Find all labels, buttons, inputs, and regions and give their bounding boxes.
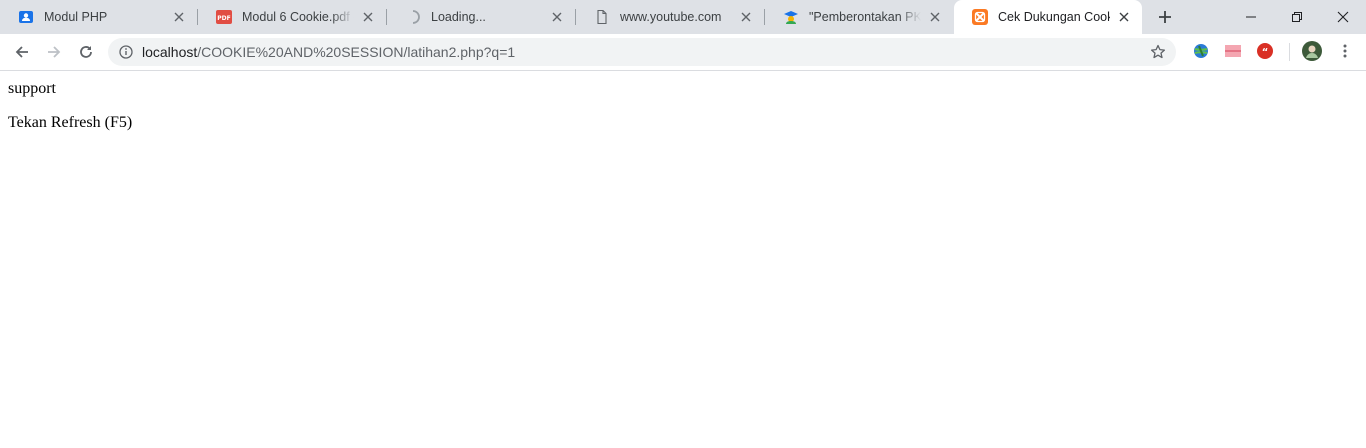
tab-modul-6-cookie-pdf[interactable]: PDF Modul 6 Cookie.pdf - G: [198, 0, 386, 34]
minimize-icon: [1246, 16, 1256, 18]
reload-button[interactable]: [72, 38, 100, 66]
back-button[interactable]: [8, 38, 36, 66]
tab-strip: Modul PHP PDF Modul 6 Cookie.pdf - G Loa…: [0, 0, 1366, 34]
pdf-icon: PDF: [216, 9, 232, 25]
address-bar[interactable]: localhost/COOKIE%20AND%20SESSION/latihan…: [108, 38, 1176, 66]
blank-page-icon: [594, 9, 610, 25]
person-page-icon: [18, 9, 34, 25]
refresh-instruction: Tekan Refresh (F5): [8, 114, 133, 131]
xampp-icon: [972, 9, 988, 25]
tab-title: Cek Dukungan Cookie: [998, 10, 1110, 24]
close-icon[interactable]: [927, 9, 943, 25]
minimize-button[interactable]: [1228, 0, 1274, 34]
close-icon[interactable]: [1116, 9, 1132, 25]
tab-pemberontakan-pki[interactable]: "Pemberontakan PKI Ma: [765, 0, 953, 34]
tab-title: Modul 6 Cookie.pdf - G: [242, 10, 354, 24]
window-close-button[interactable]: [1320, 0, 1366, 34]
restore-button[interactable]: [1274, 0, 1320, 34]
info-icon[interactable]: [118, 44, 134, 60]
new-tab-button[interactable]: [1151, 4, 1179, 30]
bookmark-star-icon[interactable]: [1150, 44, 1166, 60]
red-quote-extension-icon[interactable]: “: [1256, 42, 1274, 60]
tab-title: www.youtube.com: [620, 10, 722, 24]
close-icon[interactable]: [738, 9, 754, 25]
tab-title: Modul PHP: [44, 10, 108, 24]
close-icon[interactable]: [171, 9, 187, 25]
tab-youtube[interactable]: www.youtube.com: [576, 0, 764, 34]
graduate-icon: [783, 9, 799, 25]
arrow-right-icon: [48, 46, 61, 58]
toolbar-divider: [1289, 43, 1290, 61]
url-path: /COOKIE%20AND%20SESSION/latihan2.php?q=1: [197, 44, 516, 60]
close-icon: [1337, 11, 1349, 23]
svg-text:“: “: [1262, 47, 1269, 58]
menu-kebab-icon[interactable]: [1336, 42, 1354, 60]
url-host: localhost: [142, 44, 198, 60]
forward-button[interactable]: [40, 38, 68, 66]
loading-spinner-icon: [405, 9, 421, 25]
url-text: localhost/COOKIE%20AND%20SESSION/latihan…: [142, 44, 515, 60]
arrow-left-icon: [15, 46, 28, 58]
restore-icon: [1292, 12, 1302, 22]
support-text: support: [8, 80, 56, 97]
tab-cek-dukungan-cookie[interactable]: Cek Dukungan Cookie: [954, 0, 1142, 34]
browser-toolbar: localhost/COOKIE%20AND%20SESSION/latihan…: [0, 34, 1366, 71]
avatar[interactable]: [1302, 41, 1322, 61]
tab-modul-php[interactable]: Modul PHP: [0, 0, 197, 34]
close-icon[interactable]: [360, 9, 376, 25]
tab-loading[interactable]: Loading...: [387, 0, 575, 34]
flag-extension-icon[interactable]: [1224, 42, 1242, 60]
svg-text:PDF: PDF: [217, 15, 230, 22]
reload-icon: [80, 46, 92, 58]
tab-title: "Pemberontakan PKI Ma: [809, 10, 921, 24]
tab-title: Loading...: [431, 10, 486, 24]
idm-icon[interactable]: [1192, 42, 1210, 60]
close-icon[interactable]: [549, 9, 565, 25]
plus-icon: [1159, 11, 1171, 23]
